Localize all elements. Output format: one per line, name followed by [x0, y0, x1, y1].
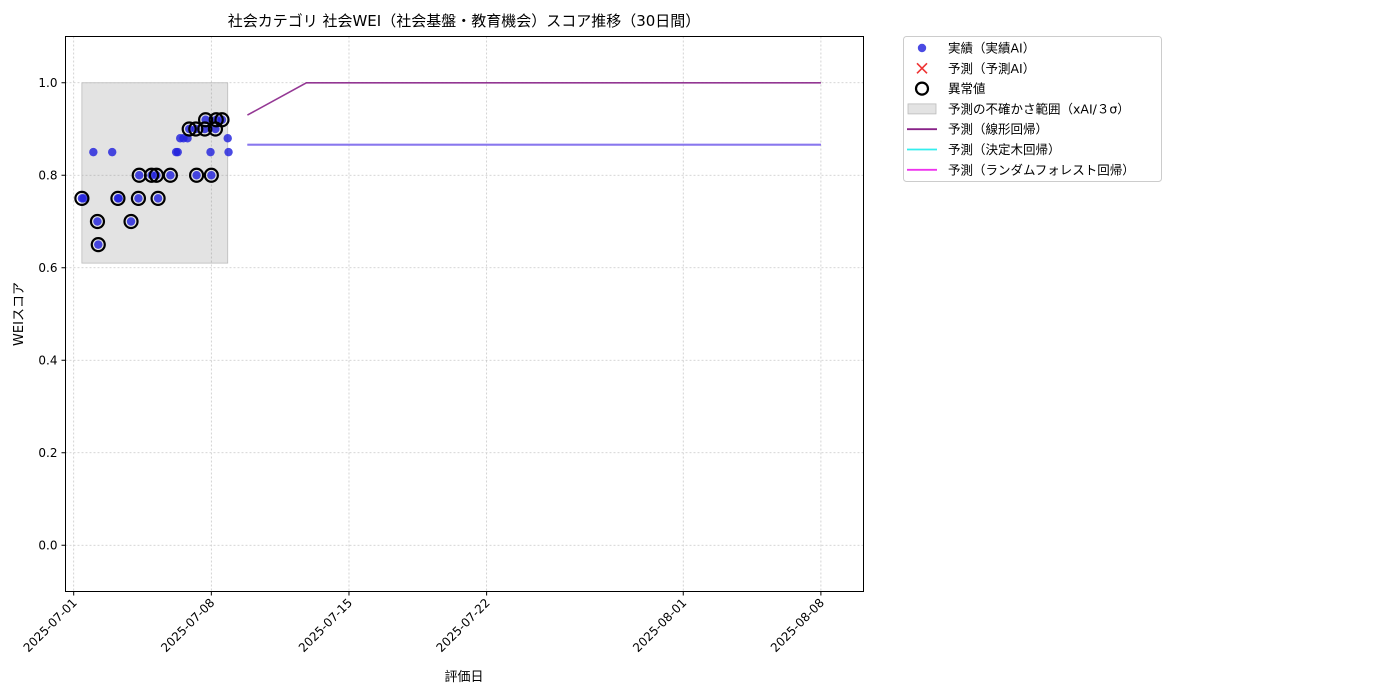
actual-point — [166, 171, 175, 180]
legend-label: 実績（実績AI） — [948, 41, 1035, 56]
actual-point — [207, 171, 216, 180]
actual-point — [134, 194, 143, 203]
x-tick-label: 2025-07-15 — [296, 596, 355, 655]
actual-point — [93, 217, 102, 226]
actual-point — [173, 147, 182, 157]
x-axis-ticks: 2025-07-01 2025-07-08 2025-07-15 2025-07-22… — [21, 591, 827, 655]
legend-swatch-actual — [917, 43, 927, 53]
x-tick-label: 2025-08-01 — [630, 596, 689, 655]
legend: 実績（実績AI） 予測（予測AI） 異常値予測の不確かさ範囲（xAI/３σ） 予測（線… — [903, 36, 1162, 182]
legend-label: 異常値 — [948, 81, 986, 96]
x-tick-label: 2025-07-22 — [434, 596, 493, 655]
actual-point — [94, 240, 103, 249]
y-axis-title: WEIスコア — [12, 282, 27, 346]
forecast-lines-layer — [247, 82, 821, 146]
y-tick-label: 0.4 — [38, 353, 57, 367]
x-tick-label: 2025-07-01 — [21, 596, 80, 655]
y-tick-label: 0.2 — [38, 446, 57, 460]
actual-point — [206, 147, 215, 157]
chart-svg: 社会カテゴリ 社会WEI（社会基盤・教育機会）スコア推移（30日間） 評価日 W… — [12, 12, 1162, 685]
forecast-line-linear-regression — [247, 82, 821, 116]
x-tick-label: 2025-07-08 — [158, 596, 217, 655]
actual-point — [153, 194, 163, 203]
y-tick-label: 0.8 — [38, 168, 57, 182]
y-tick-label: 1.0 — [38, 76, 57, 90]
actual-point — [223, 134, 232, 143]
actual-point — [126, 217, 136, 226]
actual-point — [89, 147, 98, 157]
x-tick-label: 2025-08-08 — [768, 596, 827, 655]
y-tick-label: 0.6 — [38, 261, 57, 275]
legend-label: 予測（決定木回帰） — [948, 142, 1061, 157]
y-axis-ticks: 0.0 0.2 0.4 0.6 0.8 1.0 — [38, 76, 66, 552]
actual-point — [114, 194, 123, 203]
x-axis-title: 評価日 — [444, 670, 483, 685]
legend-label: 予測（線形回帰） — [948, 122, 1048, 137]
legend-label: 予測（予測AI） — [948, 61, 1035, 76]
y-tick-label: 0.0 — [38, 538, 57, 552]
actual-point — [192, 171, 201, 180]
actual-point — [224, 147, 233, 157]
actual-point — [135, 171, 144, 180]
chart-title: 社会カテゴリ 社会WEI（社会基盤・教育機会）スコア推移（30日間） — [228, 12, 701, 30]
legend-label: 予測（ランダムフォレスト回帰） — [948, 162, 1135, 177]
actual-point — [108, 147, 117, 157]
legend-label: 予測の不確かさ範囲（xAI/３σ） — [948, 101, 1130, 116]
legend-swatch-band — [907, 103, 937, 115]
